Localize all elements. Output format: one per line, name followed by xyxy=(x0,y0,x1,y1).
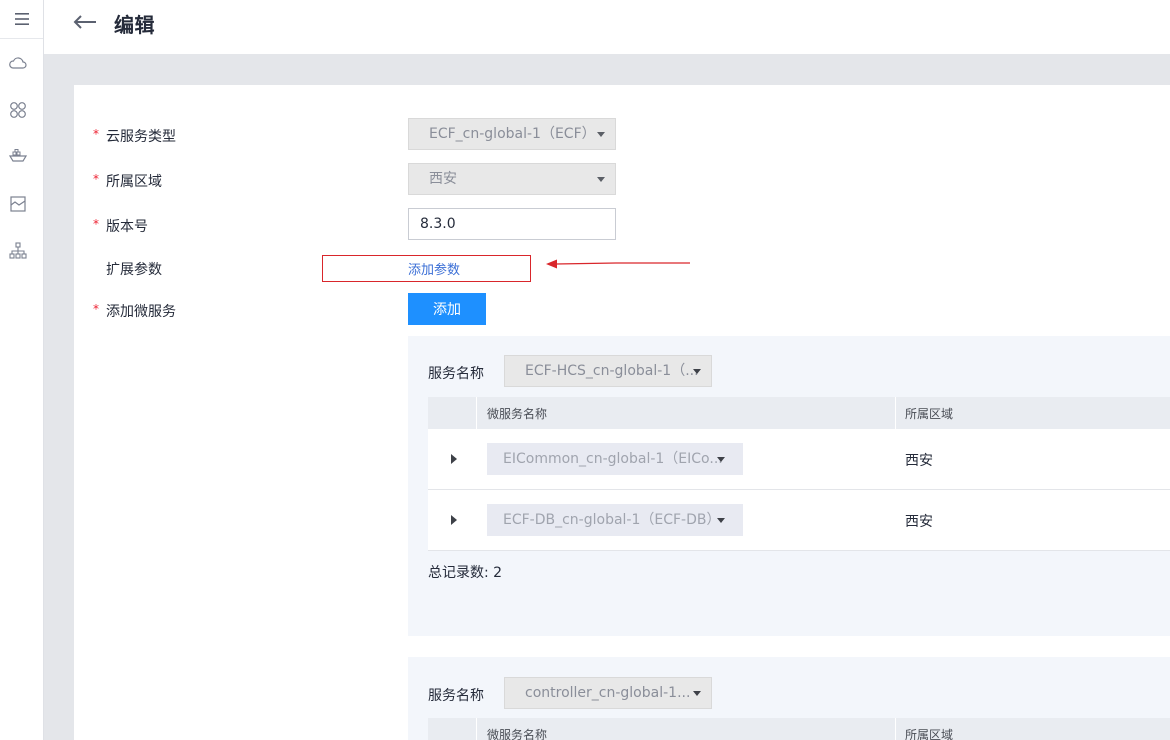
table-row: EICommon_cn-global-1（EICo... 西安 xyxy=(428,429,1170,490)
annotation-arrow-icon xyxy=(546,259,690,269)
microservice-label: 添加微服务 xyxy=(106,304,176,320)
service-name-label: 服务名称 xyxy=(428,366,484,382)
chevron-down-icon xyxy=(597,177,605,182)
column-header-microservice: 微服务名称 xyxy=(487,407,548,421)
back-arrow-icon[interactable] xyxy=(72,10,100,34)
page-header: 编辑 xyxy=(44,0,1170,54)
microservice-select[interactable]: EICommon_cn-global-1（EICo... xyxy=(487,443,743,475)
ext-params-label: 扩展参数 xyxy=(106,262,162,278)
version-label: 版本号 xyxy=(106,219,148,235)
row-region: 西安 xyxy=(905,514,933,530)
service-name-select[interactable]: controller_cn-global-1... xyxy=(504,677,712,709)
service-type-value: ECF_cn-global-1（ECF） xyxy=(429,126,596,142)
version-input[interactable]: 8.3.0 xyxy=(408,208,616,240)
microservice-panel: 服务名称 controller_cn-global-1... 微服务名称 所属区… xyxy=(408,657,1170,740)
total-records: 总记录数: 2 xyxy=(428,565,503,581)
table-row: ECF-DB_cn-global-1（ECF-DB） 西安 xyxy=(428,490,1170,551)
column-divider xyxy=(476,397,477,429)
region-select[interactable]: 西安 xyxy=(408,163,616,195)
left-nav-rail xyxy=(0,0,44,740)
ship-icon[interactable] xyxy=(8,147,28,167)
column-header-region: 所属区域 xyxy=(905,728,954,740)
service-name-value: controller_cn-global-1... xyxy=(525,685,691,701)
column-divider xyxy=(895,718,896,740)
service-type-label: 云服务类型 xyxy=(106,129,176,145)
table-header: 微服务名称 所属区域 xyxy=(428,397,1170,429)
chevron-down-icon xyxy=(717,518,725,523)
service-type-select[interactable]: ECF_cn-global-1（ECF） xyxy=(408,118,616,150)
column-divider xyxy=(895,397,896,429)
page-title: 编辑 xyxy=(114,13,155,37)
service-name-value: ECF-HCS_cn-global-1（... xyxy=(525,363,699,379)
cloud-icon[interactable] xyxy=(8,53,28,73)
required-mark: * xyxy=(93,302,99,316)
add-microservice-button[interactable]: 添加 xyxy=(408,293,486,325)
chevron-down-icon xyxy=(597,132,605,137)
topology-icon[interactable] xyxy=(8,241,28,261)
row-region: 西安 xyxy=(905,453,933,469)
column-header-microservice: 微服务名称 xyxy=(487,728,548,740)
column-divider xyxy=(476,718,477,740)
chevron-down-icon xyxy=(693,369,701,374)
expand-row-icon[interactable] xyxy=(451,515,457,525)
column-header-region: 所属区域 xyxy=(905,407,954,421)
expand-row-icon[interactable] xyxy=(451,454,457,464)
required-mark: * xyxy=(93,127,99,141)
microservice-panel: 服务名称 ECF-HCS_cn-global-1（... 微服务名称 所属区域 … xyxy=(408,336,1170,636)
menu-icon[interactable] xyxy=(0,0,43,39)
table-header: 微服务名称 所属区域 xyxy=(428,718,1170,740)
add-param-link[interactable]: 添加参数 xyxy=(408,259,460,278)
required-mark: * xyxy=(93,172,99,186)
region-label: 所属区域 xyxy=(106,174,162,190)
required-mark: * xyxy=(93,217,99,231)
chevron-down-icon xyxy=(717,457,725,462)
chart-icon[interactable] xyxy=(8,194,28,214)
microservice-value: ECF-DB_cn-global-1（ECF-DB） xyxy=(503,512,721,528)
microservice-value: EICommon_cn-global-1（EICo... xyxy=(503,451,723,467)
chevron-down-icon xyxy=(693,691,701,696)
service-name-select[interactable]: ECF-HCS_cn-global-1（... xyxy=(504,355,712,387)
region-value: 西安 xyxy=(429,171,457,187)
microservice-select[interactable]: ECF-DB_cn-global-1（ECF-DB） xyxy=(487,504,743,536)
service-name-label: 服务名称 xyxy=(428,688,484,704)
apps-icon[interactable] xyxy=(8,100,28,120)
